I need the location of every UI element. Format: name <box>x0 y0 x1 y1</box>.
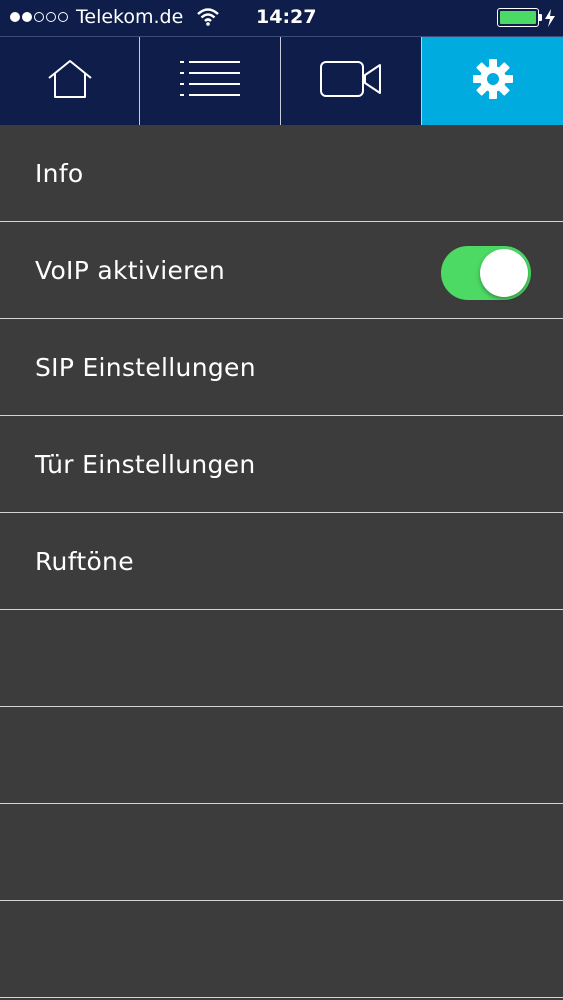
video-camera-icon <box>319 60 383 102</box>
tab-list[interactable] <box>140 37 281 125</box>
settings-item-label: Tür Einstellungen <box>35 449 256 479</box>
empty-row <box>0 707 563 804</box>
settings-item-label: VoIP aktivieren <box>35 255 225 285</box>
list-icon <box>178 59 242 103</box>
home-icon <box>46 59 94 103</box>
battery-tip <box>539 14 542 21</box>
settings-item-door[interactable]: Tür Einstellungen <box>0 416 563 513</box>
settings-item-label: Ruftöne <box>35 546 134 576</box>
settings-item-label: Info <box>35 158 84 188</box>
settings-item-voip: VoIP aktivieren <box>0 222 563 319</box>
status-bar: Telekom.de 14:27 <box>0 0 563 36</box>
settings-list: Info VoIP aktivieren SIP Einstellungen T… <box>0 125 563 998</box>
status-time: 14:27 <box>256 6 317 28</box>
empty-row <box>0 610 563 707</box>
settings-item-info[interactable]: Info <box>0 125 563 222</box>
tab-settings[interactable] <box>422 37 563 125</box>
settings-item-label: SIP Einstellungen <box>35 352 256 382</box>
empty-row <box>0 901 563 998</box>
tab-video[interactable] <box>281 37 422 125</box>
signal-strength-icon <box>10 12 68 22</box>
toggle-knob <box>480 249 528 297</box>
tab-bar <box>0 36 563 125</box>
carrier-name: Telekom.de <box>76 6 184 28</box>
wifi-icon <box>196 7 220 32</box>
gear-icon <box>472 58 514 104</box>
battery-icon <box>497 8 539 27</box>
voip-toggle[interactable] <box>441 246 531 300</box>
empty-row <box>0 804 563 901</box>
settings-item-ringtones[interactable]: Ruftöne <box>0 513 563 610</box>
tab-home[interactable] <box>0 37 140 125</box>
charging-bolt-icon <box>544 8 556 33</box>
settings-item-sip[interactable]: SIP Einstellungen <box>0 319 563 416</box>
